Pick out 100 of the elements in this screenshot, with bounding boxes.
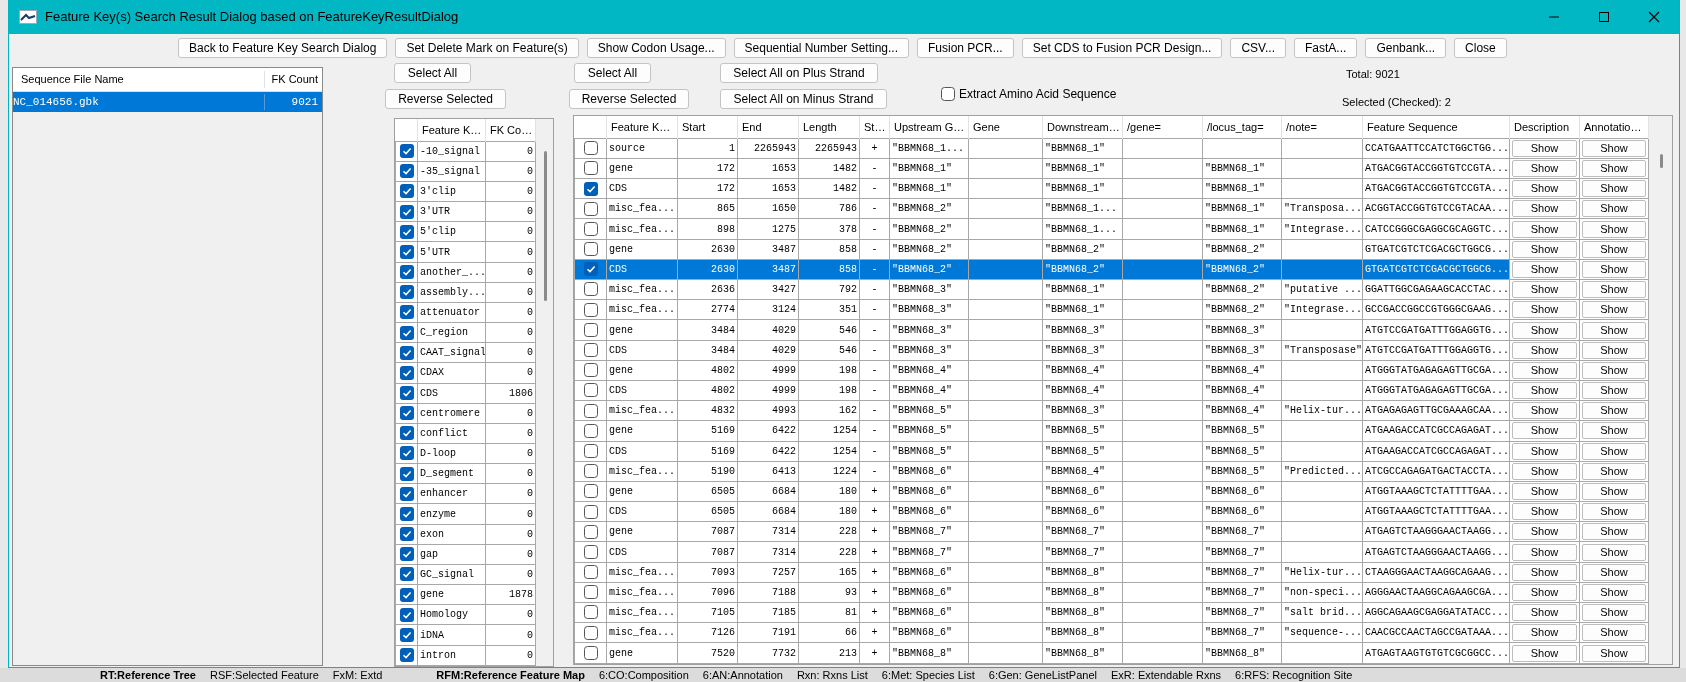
checkbox[interactable] bbox=[583, 221, 598, 236]
column-header[interactable]: FK Count bbox=[264, 71, 322, 88]
checkbox[interactable] bbox=[583, 565, 598, 580]
checkbox[interactable] bbox=[583, 322, 598, 337]
column-header[interactable]: Start bbox=[677, 116, 738, 139]
show-annotation-button[interactable]: Show bbox=[1582, 139, 1646, 157]
column-header[interactable]: Annotatio… bbox=[1579, 116, 1649, 139]
checkbox[interactable] bbox=[583, 544, 598, 559]
show-description-button[interactable]: Show bbox=[1512, 180, 1577, 198]
show-description-button[interactable]: Show bbox=[1512, 624, 1577, 642]
checkbox[interactable] bbox=[583, 403, 598, 418]
column-header[interactable]: Upstream G… bbox=[889, 116, 969, 139]
checkbox[interactable] bbox=[399, 325, 414, 340]
column-header[interactable]: Downstream… bbox=[1042, 116, 1123, 139]
background-tab[interactable]: 6:CO:Composition bbox=[598, 668, 689, 682]
toolbar-button[interactable]: Back to Feature Key Search Dialog bbox=[178, 38, 388, 58]
toolbar-button[interactable]: Set Delete Mark on Feature(s) bbox=[395, 38, 579, 58]
background-tab[interactable]: RFM:Reference Feature Map bbox=[436, 668, 585, 682]
checkbox[interactable] bbox=[399, 446, 414, 461]
show-annotation-button[interactable]: Show bbox=[1582, 160, 1646, 177]
checkbox[interactable] bbox=[583, 504, 598, 519]
show-description-button[interactable]: Show bbox=[1512, 503, 1577, 521]
checkbox[interactable] bbox=[941, 87, 955, 101]
checkbox[interactable] bbox=[399, 184, 414, 199]
show-description-button[interactable]: Show bbox=[1512, 483, 1577, 500]
checkbox[interactable] bbox=[399, 285, 414, 300]
checkbox[interactable] bbox=[399, 486, 414, 501]
checkbox[interactable] bbox=[583, 343, 598, 358]
background-tab[interactable]: RT:Reference Tree bbox=[100, 668, 196, 682]
checkbox[interactable] bbox=[583, 282, 598, 297]
scrollbar-thumb[interactable] bbox=[544, 151, 547, 301]
background-tab[interactable]: 6:RFS: Recognition Site bbox=[1235, 668, 1353, 682]
checkbox[interactable] bbox=[583, 161, 598, 176]
background-tab[interactable]: RSF:Selected Feature bbox=[210, 668, 319, 682]
checkbox[interactable] bbox=[399, 305, 414, 320]
checkbox[interactable] bbox=[583, 444, 598, 458]
checkbox[interactable] bbox=[399, 406, 414, 421]
show-annotation-button[interactable]: Show bbox=[1582, 402, 1646, 420]
checkbox[interactable] bbox=[399, 547, 414, 562]
show-description-button[interactable]: Show bbox=[1512, 442, 1577, 460]
reverse-selected-button[interactable]: Reverse Selected bbox=[569, 89, 689, 109]
show-description-button[interactable]: Show bbox=[1512, 382, 1577, 400]
checkbox[interactable] bbox=[583, 646, 598, 661]
show-annotation-button[interactable]: Show bbox=[1582, 240, 1646, 258]
background-tab[interactable]: 6:Met: Species List bbox=[881, 668, 975, 682]
show-annotation-button[interactable]: Show bbox=[1582, 543, 1646, 561]
checkbox[interactable] bbox=[583, 181, 598, 196]
show-description-button[interactable]: Show bbox=[1512, 583, 1577, 601]
checkbox[interactable] bbox=[399, 466, 414, 481]
background-tab[interactable]: 6:AN:Annotation bbox=[702, 668, 783, 682]
checkbox[interactable] bbox=[583, 302, 598, 317]
show-annotation-button[interactable]: Show bbox=[1582, 462, 1646, 480]
checkbox[interactable] bbox=[399, 648, 414, 663]
background-tab[interactable]: Rxn: Rxns List bbox=[796, 668, 868, 682]
checkbox[interactable] bbox=[583, 464, 598, 479]
checkbox[interactable] bbox=[583, 625, 598, 640]
close-icon[interactable] bbox=[1648, 11, 1660, 23]
show-description-button[interactable]: Show bbox=[1512, 139, 1577, 157]
show-description-button[interactable]: Show bbox=[1512, 301, 1577, 319]
checkbox[interactable] bbox=[583, 363, 598, 378]
toolbar-button[interactable]: Genbank... bbox=[1365, 38, 1447, 58]
checkbox[interactable] bbox=[399, 265, 414, 280]
background-tab[interactable]: FxM: Extd bbox=[332, 668, 383, 682]
checkbox[interactable] bbox=[399, 345, 414, 360]
select-all-button[interactable]: Select All bbox=[574, 63, 651, 83]
show-annotation-button[interactable]: Show bbox=[1582, 382, 1646, 400]
background-tab[interactable]: ExR: Extendable Rxns bbox=[1111, 668, 1222, 682]
column-header[interactable]: Feature K… bbox=[606, 116, 678, 139]
show-description-button[interactable]: Show bbox=[1512, 422, 1577, 440]
column-header[interactable]: FK Co… bbox=[485, 119, 536, 142]
show-annotation-button[interactable]: Show bbox=[1582, 503, 1646, 521]
show-annotation-button[interactable]: Show bbox=[1582, 604, 1646, 622]
show-description-button[interactable]: Show bbox=[1512, 200, 1577, 218]
checkbox[interactable] bbox=[583, 423, 598, 438]
checkbox[interactable] bbox=[583, 484, 598, 499]
show-annotation-button[interactable]: Show bbox=[1582, 341, 1646, 359]
show-description-button[interactable]: Show bbox=[1512, 563, 1577, 581]
show-annotation-button[interactable]: Show bbox=[1582, 220, 1646, 238]
checkbox[interactable] bbox=[399, 244, 414, 259]
checkbox[interactable] bbox=[399, 144, 414, 159]
column-header[interactable]: End bbox=[737, 116, 799, 139]
toolbar-button[interactable]: Show Codon Usage... bbox=[586, 38, 726, 58]
show-annotation-button[interactable]: Show bbox=[1582, 281, 1646, 299]
checkbox[interactable] bbox=[399, 607, 414, 622]
show-annotation-button[interactable]: Show bbox=[1582, 483, 1646, 500]
show-description-button[interactable]: Show bbox=[1512, 341, 1577, 359]
maximize-icon[interactable] bbox=[1598, 11, 1610, 23]
checkbox[interactable] bbox=[399, 506, 414, 521]
show-description-button[interactable]: Show bbox=[1512, 462, 1577, 480]
show-description-button[interactable]: Show bbox=[1512, 604, 1577, 622]
show-annotation-button[interactable]: Show bbox=[1582, 624, 1646, 642]
show-annotation-button[interactable]: Show bbox=[1582, 260, 1646, 278]
scrollbar-thumb[interactable] bbox=[1660, 154, 1663, 168]
show-description-button[interactable]: Show bbox=[1512, 523, 1577, 541]
column-header[interactable]: /locus_tag= bbox=[1202, 116, 1282, 139]
select-minus-strand-button[interactable]: Select All on Minus Strand bbox=[720, 89, 887, 109]
show-annotation-button[interactable]: Show bbox=[1582, 422, 1646, 440]
checkbox[interactable] bbox=[399, 567, 414, 582]
checkbox[interactable] bbox=[583, 141, 598, 156]
select-all-button[interactable]: Select All bbox=[394, 63, 471, 83]
